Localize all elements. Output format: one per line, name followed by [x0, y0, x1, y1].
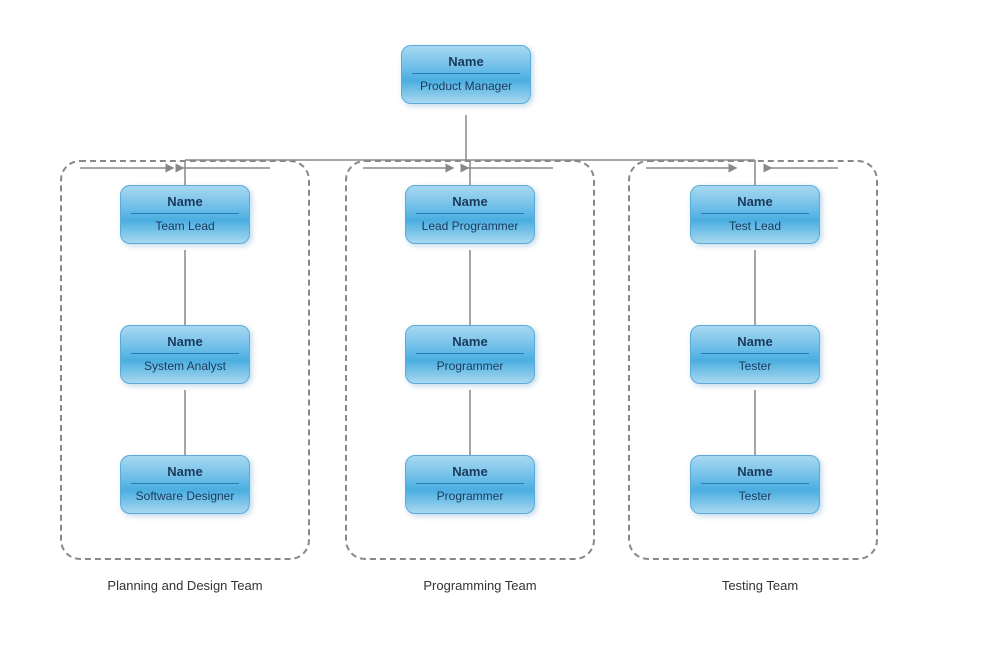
software-designer-card: Name Software Designer — [120, 455, 250, 514]
programmer1-role: Programmer — [416, 359, 524, 373]
lead-programmer-role: Lead Programmer — [416, 219, 524, 233]
software-designer-role: Software Designer — [131, 489, 239, 503]
team-lead-role: Team Lead — [131, 219, 239, 233]
test-lead-card: Name Test Lead — [690, 185, 820, 244]
planning-team-label: Planning and Design Team — [65, 578, 305, 593]
programmer2-role: Programmer — [416, 489, 524, 503]
programmer2-name: Name — [416, 464, 524, 479]
team-lead-name: Name — [131, 194, 239, 209]
programmer1-name: Name — [416, 334, 524, 349]
system-analyst-card: Name System Analyst — [120, 325, 250, 384]
pm-role: Product Manager — [412, 79, 520, 93]
programmer2-card: Name Programmer — [405, 455, 535, 514]
lead-programmer-card: Name Lead Programmer — [405, 185, 535, 244]
programming-team-label: Programming Team — [360, 578, 600, 593]
tester2-name: Name — [701, 464, 809, 479]
tester1-card: Name Tester — [690, 325, 820, 384]
pm-name: Name — [412, 54, 520, 69]
tester1-name: Name — [701, 334, 809, 349]
tester1-role: Tester — [701, 359, 809, 373]
lead-programmer-name: Name — [416, 194, 524, 209]
tester2-card: Name Tester — [690, 455, 820, 514]
test-lead-role: Test Lead — [701, 219, 809, 233]
team-lead-card: Name Team Lead — [120, 185, 250, 244]
product-manager-card: Name Product Manager — [401, 45, 531, 104]
test-lead-name: Name — [701, 194, 809, 209]
system-analyst-role: System Analyst — [131, 359, 239, 373]
system-analyst-name: Name — [131, 334, 239, 349]
testing-team-label: Testing Team — [660, 578, 860, 593]
programmer1-card: Name Programmer — [405, 325, 535, 384]
tester2-role: Tester — [701, 489, 809, 503]
diagram-container: Name Product Manager Planning and Design… — [0, 0, 993, 647]
software-designer-name: Name — [131, 464, 239, 479]
